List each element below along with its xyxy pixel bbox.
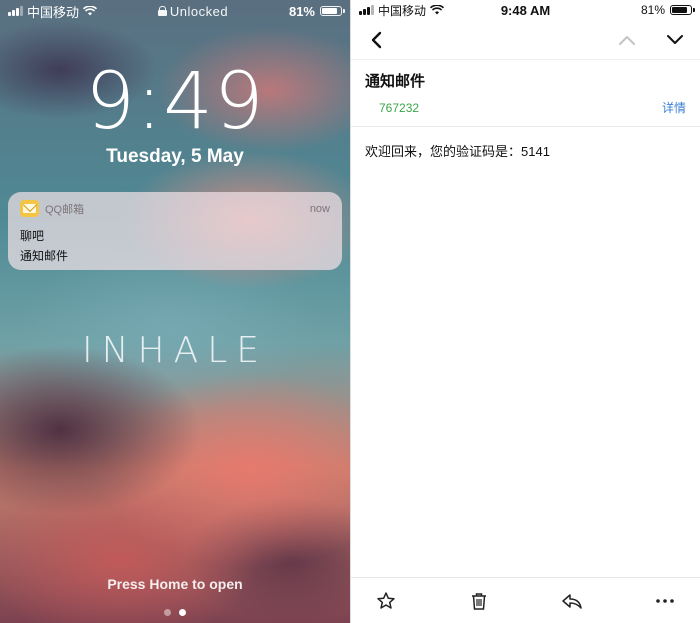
notification-time: now (309, 202, 330, 215)
page-dot (164, 609, 171, 616)
qq-mail-icon (20, 200, 39, 217)
mail-navbar (351, 20, 700, 60)
delete-button[interactable] (464, 586, 494, 616)
mail-app: 中国移动 9:48 AM 81% 通知邮件 767232 详情 欢迎回来，您的验… (350, 0, 700, 623)
chevron-up-icon (619, 35, 635, 45)
battery-icon (670, 5, 695, 15)
notification-app-name: QQ邮箱 (45, 203, 85, 216)
previous-mail-button[interactable] (614, 27, 640, 53)
page-dot-active (179, 609, 186, 616)
reply-button[interactable] (557, 586, 587, 616)
chevron-down-icon (667, 34, 683, 44)
notification-title: 聊吧 (20, 229, 45, 243)
signal-icon (8, 6, 23, 16)
lock-screen: 中国移动 Unlocked 81% 9:49 Tuesday, 5 May QQ… (0, 0, 350, 623)
mail-status-bar: 中国移动 9:48 AM 81% (351, 0, 700, 20)
mail-body: 欢迎回来，您的验证码是：5141 (365, 144, 550, 159)
details-link[interactable]: 详情 (662, 99, 686, 116)
lock-clock: 9:49 (85, 57, 265, 147)
signal-icon (359, 5, 374, 15)
mail-toolbar (351, 577, 700, 623)
notification-card[interactable]: QQ邮箱 now 聊吧 通知邮件 (8, 192, 342, 270)
chevron-left-icon (371, 31, 382, 48)
back-button[interactable] (363, 27, 389, 53)
lock-date: Tuesday, 5 May (106, 146, 244, 167)
battery-percent: 81% (288, 3, 315, 19)
reply-icon (562, 593, 582, 609)
mail-subject: 通知邮件 (365, 73, 426, 90)
more-icon (656, 598, 674, 603)
battery-icon (320, 6, 345, 16)
next-mail-button[interactable] (662, 27, 688, 53)
trash-icon (472, 592, 486, 610)
page-indicator (0, 609, 350, 616)
notification-body: 通知邮件 (20, 249, 69, 263)
press-home-hint: Press Home to open (107, 576, 243, 592)
carrier-label: 中国移动 (378, 3, 427, 18)
unlocked-icon (157, 6, 167, 16)
star-icon (377, 591, 395, 609)
more-button[interactable] (650, 586, 680, 616)
battery-percent: 81% (640, 3, 665, 17)
mail-sender[interactable]: 767232 (379, 101, 419, 115)
star-button[interactable] (371, 586, 401, 616)
wallpaper-text: INHALE (81, 330, 269, 371)
carrier-label: 中国移动 (27, 4, 80, 20)
lock-state-label: Unlocked (169, 3, 229, 19)
wifi-icon (83, 6, 98, 16)
lock-status-bar: 中国移动 Unlocked 81% (0, 0, 350, 22)
wifi-icon (430, 5, 445, 15)
